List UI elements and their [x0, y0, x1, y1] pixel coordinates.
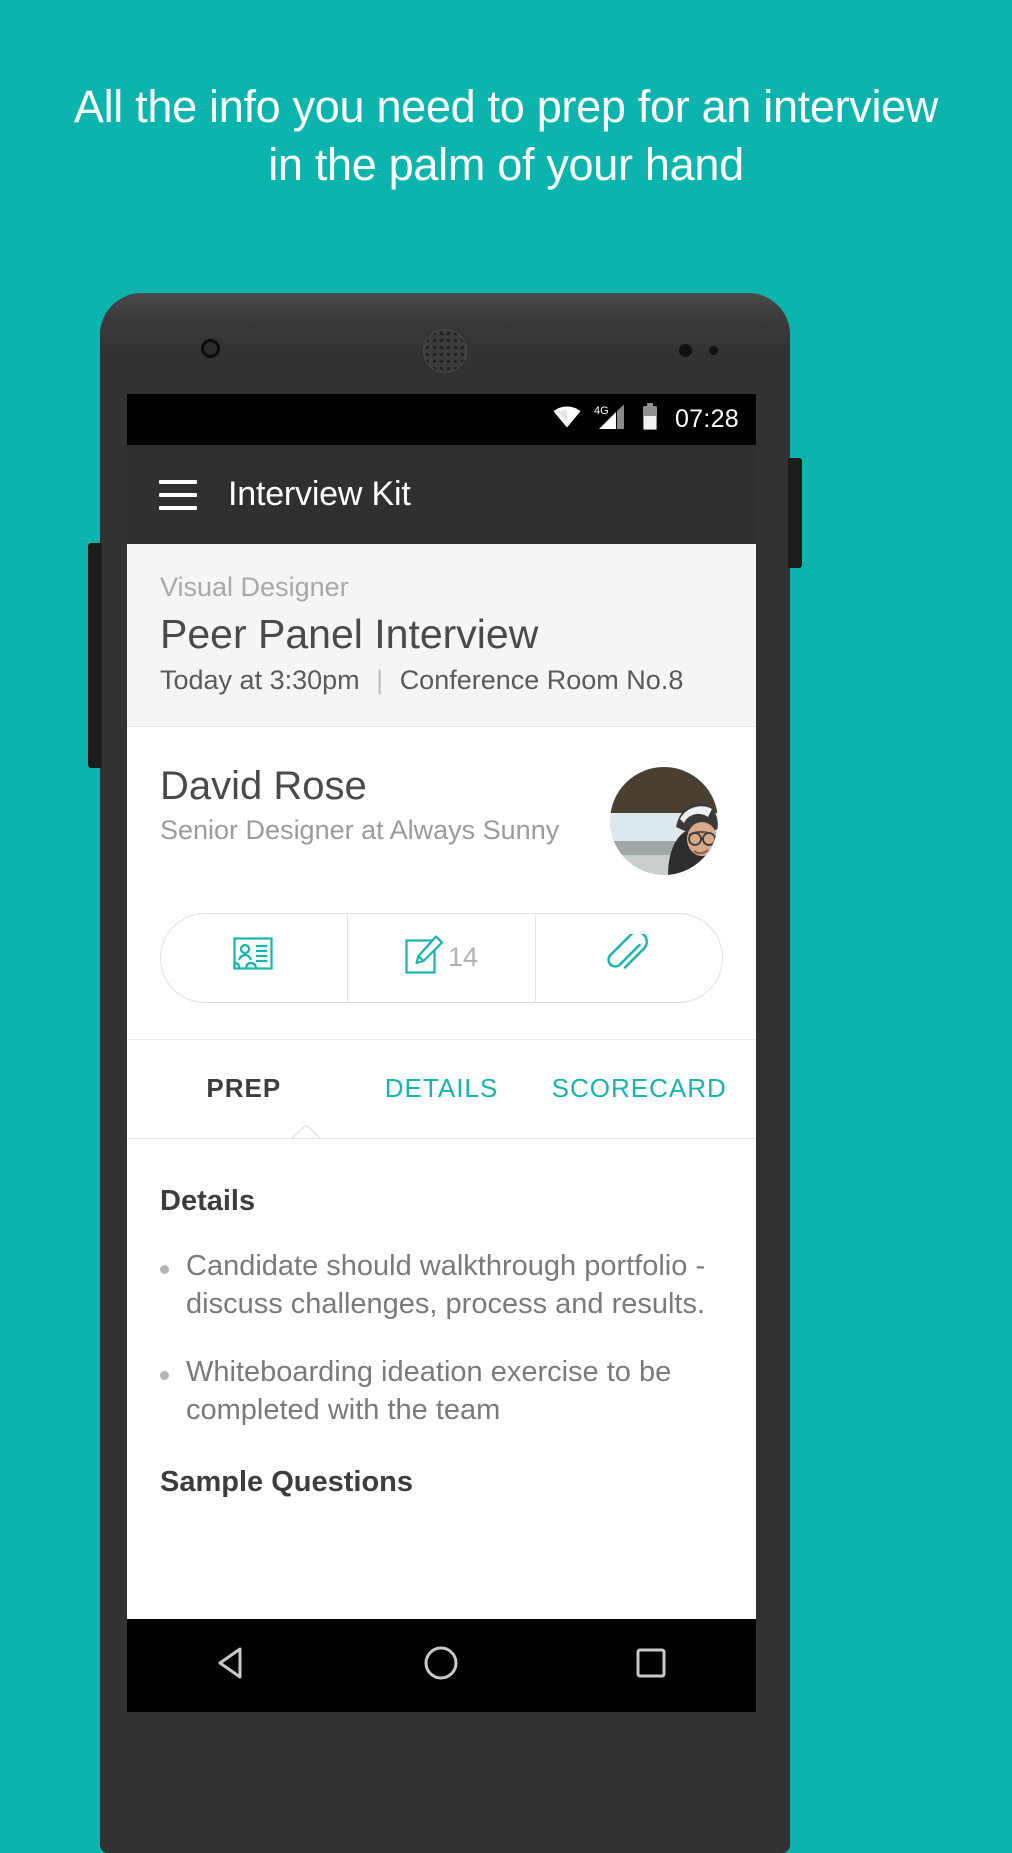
home-circle-icon[interactable] [419, 1641, 463, 1690]
candidate-avatar[interactable] [610, 766, 718, 875]
status-bar: 4G 07:28 [127, 394, 756, 445]
light-sensor-icon [709, 346, 718, 355]
promo-headline: All the info you need to prep for an int… [73, 81, 939, 190]
recents-square-icon[interactable] [629, 1641, 673, 1690]
notes-button[interactable]: 14 [348, 913, 536, 1002]
wifi-icon [553, 406, 581, 433]
active-tab-caret-icon [293, 1125, 319, 1138]
interview-title: Peer Panel Interview [160, 611, 539, 657]
back-triangle-icon[interactable] [210, 1641, 254, 1690]
details-heading: Details [160, 1184, 256, 1217]
proximity-sensor-icon [679, 344, 692, 357]
hamburger-menu-icon[interactable] [159, 479, 197, 510]
phone-screen: 4G 07:28 Interview Kit Visual Designer P… [127, 394, 756, 1712]
interview-time: Today at 3:30pm [160, 664, 360, 695]
paperclip-icon [606, 931, 649, 981]
power-button[interactable] [788, 458, 802, 568]
tab-underline [127, 1125, 756, 1139]
bullet-dot-icon [160, 1371, 169, 1381]
candidate-name: David Rose [160, 763, 367, 808]
front-camera-icon [201, 339, 220, 358]
interview-header-card: Visual Designer Peer Panel Interview Tod… [127, 544, 756, 727]
bullet-dot-icon [160, 1264, 169, 1274]
list-item: Candidate should walkthrough portfolio -… [160, 1248, 723, 1323]
notes-count: 14 [447, 942, 479, 973]
note-edit-icon [405, 935, 445, 980]
android-nav-bar [127, 1619, 756, 1712]
details-bullet-list: Candidate should walkthrough portfolio -… [160, 1248, 723, 1430]
tab-details[interactable]: DETAILS [343, 1073, 541, 1104]
tab-bar: PREP DETAILS SCORECARD [127, 1039, 756, 1138]
signal-icon: 4G [594, 404, 628, 435]
earpiece-speaker-icon [423, 329, 467, 373]
sample-questions-heading: Sample Questions [160, 1465, 414, 1498]
page-title: Interview Kit [228, 475, 411, 513]
interview-location: Conference Room No.8 [399, 664, 684, 695]
candidate-section: David Rose Senior Designer at Always Sun… [127, 726, 756, 875]
bullet-text: Candidate should walkthrough portfolio -… [186, 1249, 706, 1320]
phone-mockup: 4G 07:28 Interview Kit Visual Designer P… [88, 293, 802, 1853]
svg-text:4G: 4G [594, 405, 609, 417]
app-bar: Interview Kit [127, 445, 756, 544]
contact-card-icon [233, 937, 273, 978]
candidate-text: David Rose Senior Designer at Always Sun… [160, 763, 559, 846]
status-bar-clock: 07:28 [674, 405, 739, 433]
attachments-button[interactable] [536, 914, 722, 1002]
candidate-subtitle: Senior Designer at Always Sunny [160, 814, 560, 845]
volume-button[interactable] [88, 543, 102, 768]
tab-prep[interactable]: PREP [145, 1073, 343, 1104]
contact-card-button[interactable] [161, 913, 349, 1002]
prep-panel: Details Candidate should walkthrough por… [127, 1138, 756, 1499]
interview-meta: Today at 3:30pm | Conference Room No.8 [160, 665, 723, 696]
battery-icon [641, 403, 659, 436]
interview-role: Visual Designer [160, 572, 349, 602]
tab-scorecard[interactable]: SCORECARD [540, 1073, 738, 1104]
candidate-actions: 14 [160, 912, 723, 1003]
meta-separator: | [376, 664, 384, 695]
bullet-text: Whiteboarding ideation exercise to be co… [186, 1356, 672, 1426]
list-item: Whiteboarding ideation exercise to be co… [160, 1354, 723, 1429]
candidate-actions-wrap: 14 [127, 874, 756, 1040]
